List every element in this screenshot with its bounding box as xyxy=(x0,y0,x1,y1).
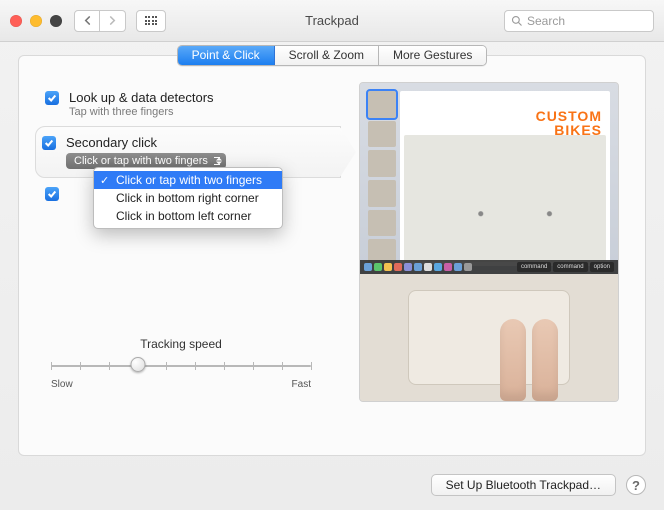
dropdown-item-two-fingers[interactable]: ✓ Click or tap with two fingers xyxy=(94,171,282,189)
zoom-window-icon xyxy=(50,15,62,27)
preview-trackpad: command command option xyxy=(360,274,618,401)
option-secondary-title: Secondary click xyxy=(66,135,226,150)
setup-bluetooth-button[interactable]: Set Up Bluetooth Trackpad… xyxy=(431,474,616,496)
grid-icon xyxy=(145,16,158,25)
close-window-icon[interactable] xyxy=(10,15,22,27)
traffic-lights xyxy=(10,15,62,27)
search-placeholder: Search xyxy=(527,14,565,28)
forward-button[interactable] xyxy=(100,10,126,32)
checkbox-secondary[interactable] xyxy=(42,136,56,150)
preview-fingers xyxy=(500,319,568,401)
tracking-speed-slider: Tracking speed Slow Fast xyxy=(51,337,311,390)
preview-thumbnails xyxy=(368,91,396,266)
nav-buttons xyxy=(74,10,126,32)
footer: Set Up Bluetooth Trackpad… ? xyxy=(431,474,646,496)
minimize-window-icon[interactable] xyxy=(30,15,42,27)
dropdown-item-label: Click in bottom right corner xyxy=(116,191,259,205)
option-lookup-title: Look up & data detectors xyxy=(69,90,214,105)
titlebar: Trackpad Search xyxy=(0,0,664,42)
tab-point-click[interactable]: Point & Click xyxy=(178,46,275,65)
dropdown-item-bottom-left[interactable]: Click in bottom left corner xyxy=(94,207,282,225)
preview-screen: CUSTOM BIKES xyxy=(360,83,618,274)
gesture-preview: CUSTOM BIKES command command option xyxy=(359,82,619,402)
option-lookup-sub: Tap with three fingers xyxy=(69,106,214,118)
search-icon xyxy=(511,15,523,27)
window-title: Trackpad xyxy=(305,13,359,28)
checkbox-lookup[interactable] xyxy=(45,91,59,105)
slider-track[interactable] xyxy=(51,357,311,375)
tabs: Point & Click Scroll & Zoom More Gesture… xyxy=(41,56,623,66)
options-list: Look up & data detectors Tap with three … xyxy=(41,82,341,402)
slider-min: Slow xyxy=(51,379,73,390)
window: Trackpad Search Point & Click Scroll & Z… xyxy=(0,0,664,510)
secondary-click-dropdown: ✓ Click or tap with two fingers Click in… xyxy=(93,167,283,229)
show-all-button[interactable] xyxy=(136,10,166,32)
preview-keys: command command option xyxy=(517,262,614,272)
checkbox-third[interactable] xyxy=(45,187,59,201)
slider-knob[interactable] xyxy=(130,357,145,372)
option-lookup[interactable]: Look up & data detectors Tap with three … xyxy=(41,82,341,126)
search-field[interactable]: Search xyxy=(504,10,654,32)
popup-caret-icon xyxy=(216,158,222,165)
help-button[interactable]: ? xyxy=(626,475,646,495)
dropdown-item-label: Click in bottom left corner xyxy=(116,209,251,223)
content-panel: Point & Click Scroll & Zoom More Gesture… xyxy=(18,55,646,456)
tab-more-gestures[interactable]: More Gestures xyxy=(379,46,486,65)
tab-scroll-zoom[interactable]: Scroll & Zoom xyxy=(275,46,379,65)
preview-page: CUSTOM BIKES xyxy=(400,91,610,266)
slider-label: Tracking speed xyxy=(51,337,311,351)
back-button[interactable] xyxy=(74,10,100,32)
slider-max: Fast xyxy=(292,379,311,390)
preview-headline: CUSTOM BIKES xyxy=(536,109,602,137)
checkmark-icon: ✓ xyxy=(100,174,109,187)
popup-label: Click or tap with two fingers xyxy=(74,155,208,167)
dropdown-item-label: Click or tap with two fingers xyxy=(116,173,262,187)
dropdown-item-bottom-right[interactable]: Click in bottom right corner xyxy=(94,189,282,207)
